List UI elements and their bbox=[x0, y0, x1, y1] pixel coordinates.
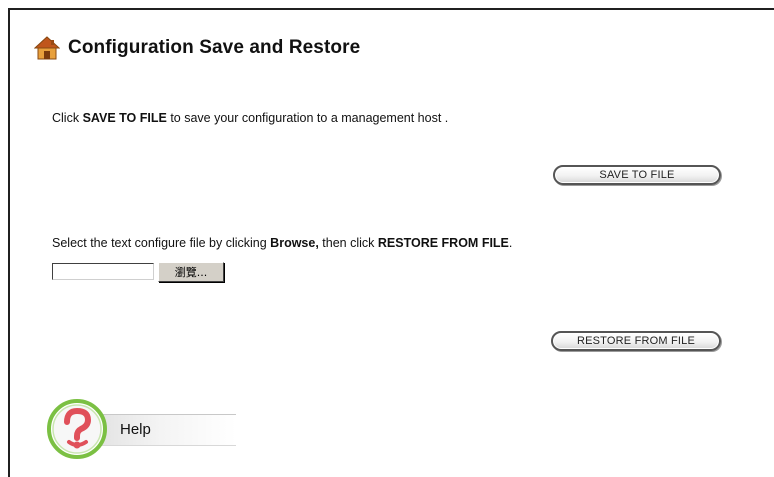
restore-instruction: Select the text configure file by clicki… bbox=[52, 236, 512, 250]
restore-instruction-restore: RESTORE FROM FILE bbox=[377, 236, 509, 250]
restore-instruction-middle: then click bbox=[318, 236, 378, 250]
restore-instruction-browse: Browse, bbox=[270, 236, 319, 250]
help-link[interactable]: Help bbox=[46, 398, 246, 459]
save-instruction-bold: SAVE TO FILE bbox=[82, 111, 167, 125]
help-label: Help bbox=[120, 421, 151, 438]
save-instruction-prefix: Click bbox=[52, 111, 83, 125]
restore-from-file-button[interactable]: RESTORE FROM FILE bbox=[551, 331, 721, 351]
save-to-file-button[interactable]: SAVE TO FILE bbox=[553, 165, 721, 185]
save-instruction-suffix: to save your configuration to a manageme… bbox=[166, 111, 449, 125]
restore-instruction-prefix: Select the text configure file by clicki… bbox=[52, 236, 271, 250]
browse-button[interactable]: 瀏覽... bbox=[158, 262, 224, 282]
restore-instruction-suffix: . bbox=[508, 236, 513, 250]
page-header: Configuration Save and Restore bbox=[34, 36, 360, 60]
file-path-input[interactable] bbox=[52, 263, 154, 280]
home-icon bbox=[34, 36, 60, 60]
page-title: Configuration Save and Restore bbox=[68, 37, 361, 58]
help-question-icon bbox=[47, 399, 107, 459]
page-frame: Configuration Save and Restore Click SAV… bbox=[8, 8, 774, 477]
save-instruction: Click SAVE TO FILE to save your configur… bbox=[52, 111, 448, 125]
help-tab-background bbox=[86, 414, 236, 446]
